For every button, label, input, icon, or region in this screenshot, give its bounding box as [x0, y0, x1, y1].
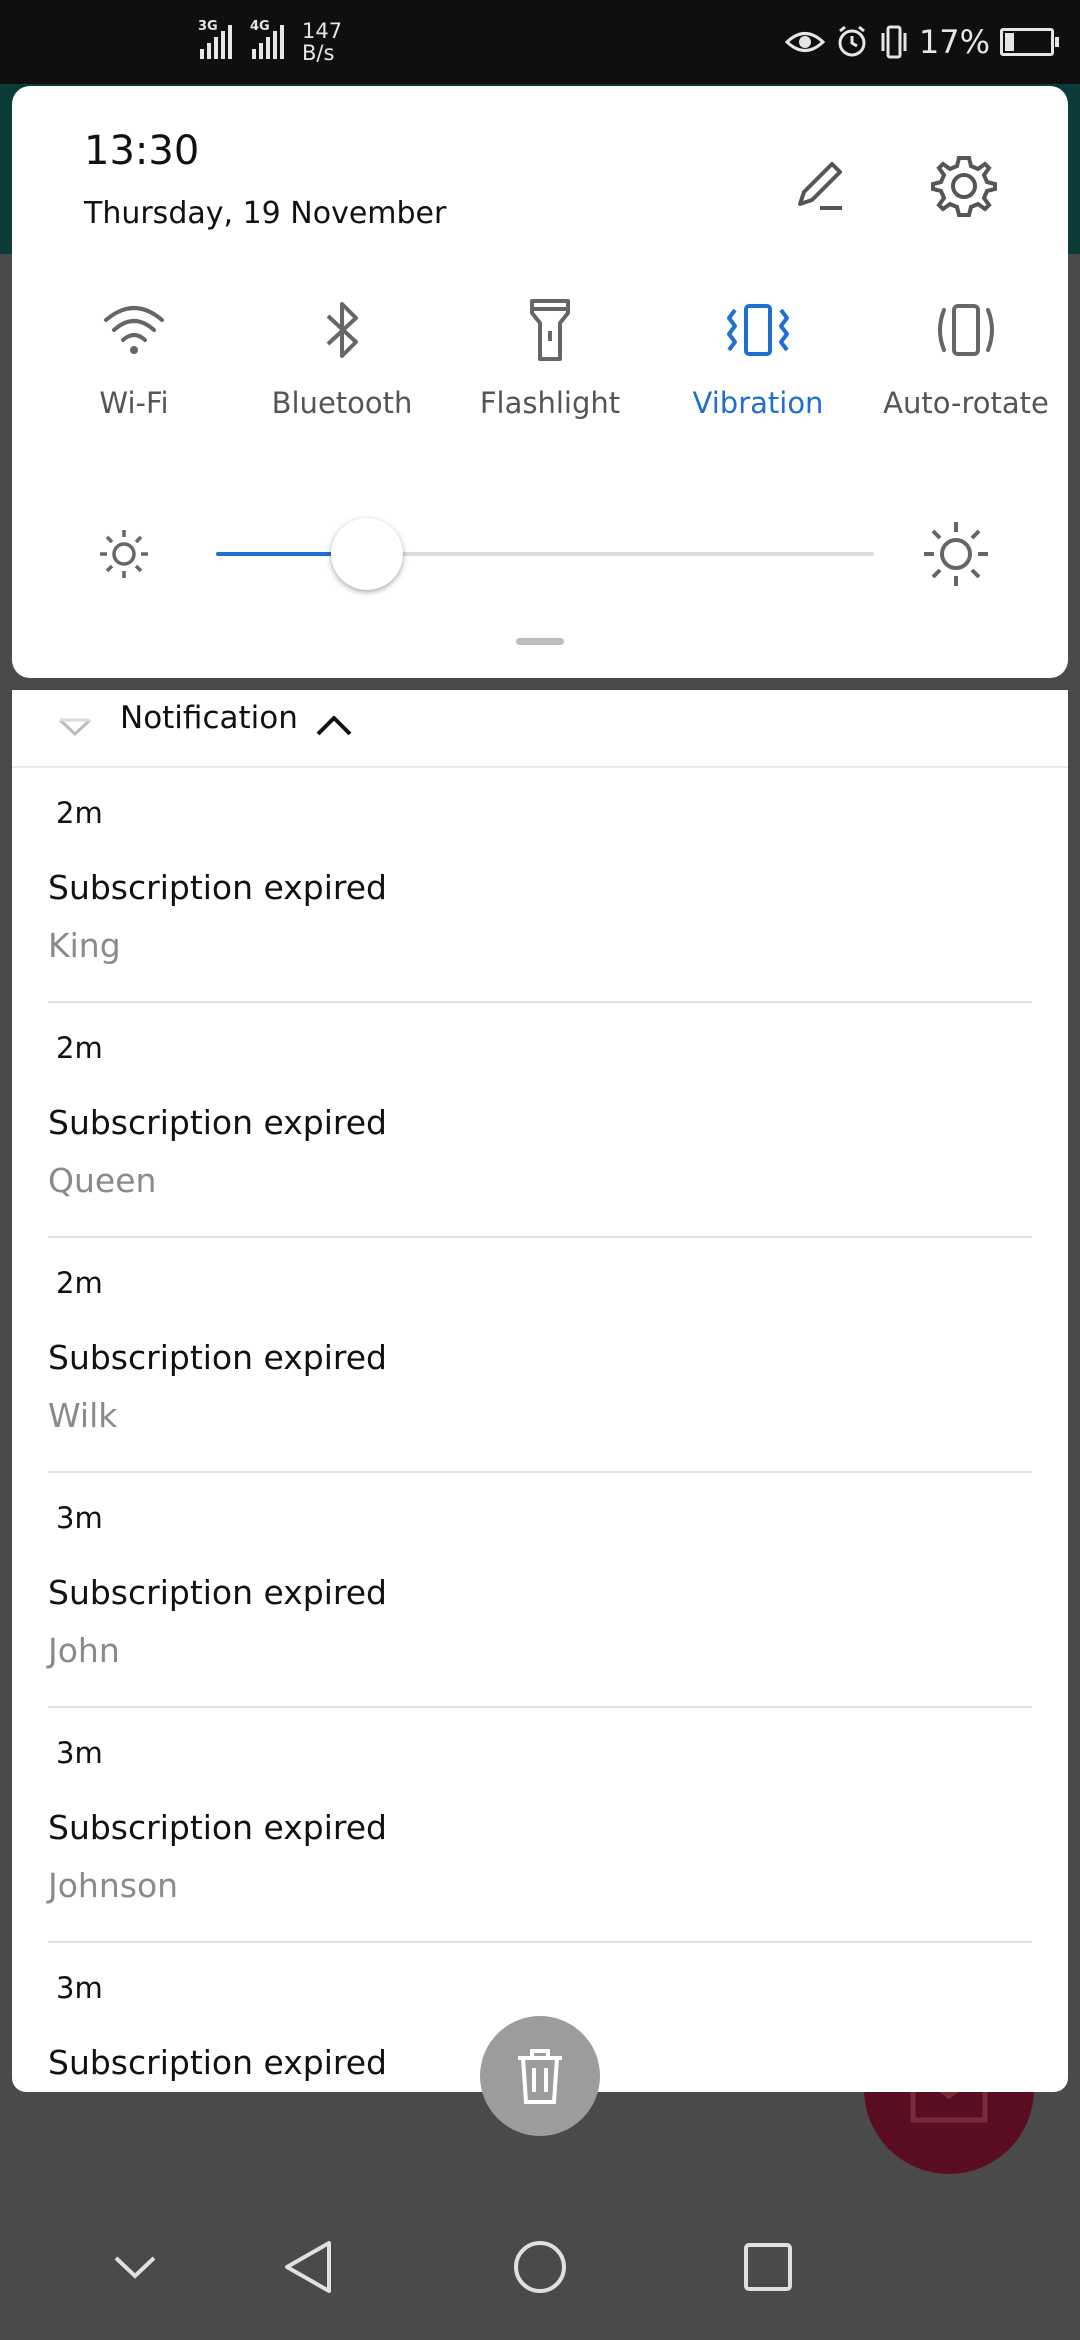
- notification-title: Subscription expired: [48, 2043, 387, 2082]
- notification-time: 3m: [56, 1971, 103, 2005]
- notification-time: 2m: [56, 796, 103, 830]
- brightness-control: [12, 506, 1068, 596]
- chevron-up-icon[interactable]: [312, 704, 356, 748]
- eye-comfort-icon: [784, 32, 825, 52]
- battery-icon: [1000, 28, 1059, 56]
- notification-time: 2m: [56, 1031, 103, 1065]
- home-button[interactable]: [505, 2232, 575, 2302]
- gear-icon: [931, 156, 997, 217]
- net-speed: 147 B/s: [302, 20, 342, 64]
- back-button[interactable]: [274, 2232, 344, 2302]
- notification-text: John: [48, 1631, 120, 1670]
- home-icon: [514, 2241, 566, 2293]
- notification-title: Subscription expired: [48, 1103, 387, 1142]
- collapse-button[interactable]: [100, 2232, 170, 2302]
- notification-time: 3m: [56, 1736, 103, 1770]
- brightness-high-icon: [924, 522, 988, 586]
- clear-notifications-button[interactable]: [480, 2016, 600, 2136]
- trash-icon: [518, 2049, 562, 2104]
- notification-time: 2m: [56, 1266, 103, 1300]
- notification-item[interactable]: 2m Subscription expired Wilk: [48, 1238, 1032, 1473]
- app-icon: [58, 718, 92, 737]
- brightness-slider[interactable]: [216, 518, 874, 590]
- notification-text: King: [48, 926, 121, 965]
- notification-title: Subscription expired: [48, 1808, 387, 1847]
- tile-vibration-label: Vibration: [692, 386, 824, 420]
- alarm-icon: [838, 25, 866, 57]
- brightness-low-icon: [100, 530, 148, 578]
- recents-button[interactable]: [733, 2232, 803, 2302]
- notification-time: 3m: [56, 1501, 103, 1535]
- auto-rotate-icon: [938, 304, 994, 356]
- settings-button[interactable]: [924, 146, 1004, 226]
- signal-3g-label: 3G: [198, 19, 218, 34]
- notification-text: Johnson: [48, 1866, 179, 1905]
- brightness-thumb[interactable]: [331, 518, 404, 590]
- tile-bluetooth-label: Bluetooth: [271, 386, 413, 420]
- tile-auto-rotate-label: Auto-rotate: [883, 386, 1049, 420]
- notification-item[interactable]: 3m Subscription expired Johnson: [48, 1708, 1032, 1943]
- signal-4g-label: 4G: [250, 19, 270, 34]
- notification-item[interactable]: 2m Subscription expired Queen: [48, 1003, 1032, 1238]
- notification-group-header[interactable]: Notification: [12, 690, 1068, 768]
- tile-bluetooth[interactable]: Bluetooth: [247, 284, 437, 420]
- notification-title: Subscription expired: [48, 868, 387, 907]
- clock: 13:30: [84, 128, 200, 174]
- tile-auto-rotate[interactable]: Auto-rotate: [871, 284, 1061, 420]
- tile-flashlight[interactable]: Flashlight: [455, 284, 645, 420]
- notification-app-name: Notification: [120, 700, 298, 736]
- notification-text: Wilk: [48, 1396, 118, 1435]
- date: Thursday, 19 November: [84, 196, 447, 231]
- quick-settings-panel: 13:30 Thursday, 19 November Wi-Fi Blueto…: [12, 86, 1068, 678]
- panel-drag-handle[interactable]: [516, 638, 564, 645]
- signal-4g-icon: 4G: [250, 19, 284, 59]
- navigation-bar: [0, 2194, 1080, 2340]
- tile-wifi-label: Wi-Fi: [99, 386, 169, 420]
- notification-panel: Notification 2m Subscription expired Kin…: [12, 690, 1068, 2092]
- status-icons: 17%: [784, 16, 1059, 68]
- net-speed-unit: B/s: [302, 41, 335, 65]
- notification-list: 2m Subscription expired King 2m Subscrip…: [12, 768, 1068, 2092]
- notification-title: Subscription expired: [48, 1338, 387, 1377]
- flashlight-icon: [530, 299, 570, 361]
- tile-vibration[interactable]: Vibration: [663, 284, 853, 420]
- notification-text: Queen: [48, 1161, 157, 1200]
- recents-icon: [744, 2243, 792, 2291]
- notification-item[interactable]: 2m Subscription expired King: [48, 768, 1032, 1003]
- notification-item[interactable]: 3m Subscription expired John: [48, 1473, 1032, 1708]
- bluetooth-icon: [326, 302, 358, 358]
- vibrate-icon: [881, 25, 907, 59]
- notification-title: Subscription expired: [48, 1573, 387, 1612]
- network-indicators: 3G 4G 147 B/s: [198, 14, 342, 70]
- pencil-icon: [798, 162, 842, 210]
- back-icon: [285, 2241, 331, 2293]
- vibration-icon: [727, 304, 789, 356]
- status-bar: 3G 4G 147 B/s 17%: [0, 0, 1080, 84]
- tile-flashlight-label: Flashlight: [479, 386, 621, 420]
- chevron-down-icon: [114, 2256, 156, 2279]
- net-speed-value: 147: [302, 19, 343, 43]
- battery-percent: 17%: [918, 23, 990, 61]
- tile-wifi[interactable]: Wi-Fi: [39, 284, 229, 420]
- quick-tiles: Wi-Fi Bluetooth Flashlight Vibration Aut…: [12, 284, 1068, 444]
- wifi-icon: [104, 306, 164, 354]
- signal-3g-icon: 3G: [198, 19, 232, 59]
- edit-button[interactable]: [784, 150, 856, 222]
